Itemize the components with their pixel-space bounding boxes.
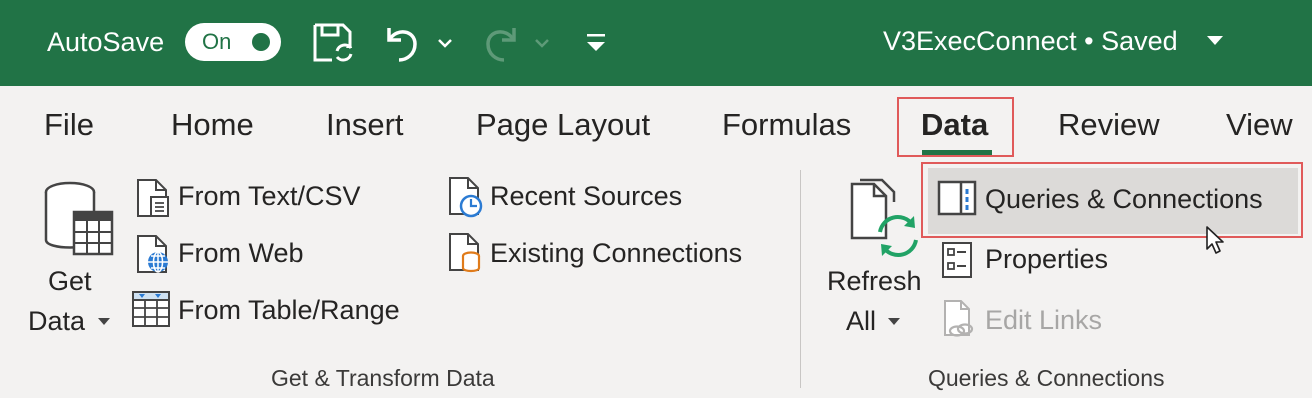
get-data-label-2[interactable]: Data <box>28 306 85 337</box>
tab-home[interactable]: Home <box>171 107 254 143</box>
title-dropdown-icon[interactable] <box>1207 36 1223 45</box>
properties-button[interactable]: Properties <box>985 244 1108 275</box>
recent-sources-button[interactable]: Recent Sources <box>490 181 682 212</box>
database-icon[interactable] <box>40 178 116 260</box>
highlight-box-queries-connections <box>921 162 1303 238</box>
edit-links-button: Edit Links <box>985 305 1103 335</box>
highlight-box-data-tab <box>897 97 1014 157</box>
refresh-all-label-2[interactable]: All <box>846 306 876 337</box>
from-text-csv-button[interactable]: From Text/CSV <box>178 181 361 212</box>
autosave-label: AutoSave <box>47 27 165 57</box>
autosave-state: On <box>202 29 232 54</box>
table-icon <box>132 291 170 327</box>
edit-links-icon <box>944 300 974 337</box>
refresh-all-label-1[interactable]: Refresh <box>827 266 922 297</box>
from-table-range-button[interactable]: From Table/Range <box>178 295 400 326</box>
customize-qat-icon[interactable] <box>584 32 608 54</box>
chevron-down-icon[interactable] <box>98 318 110 325</box>
clock-file-icon <box>449 177 483 218</box>
group-label-queries-connections: Queries & Connections <box>928 365 1165 391</box>
chevron-down-icon[interactable] <box>437 38 453 50</box>
from-web-button[interactable]: From Web <box>178 238 304 269</box>
properties-icon <box>942 242 972 278</box>
autosave-toggle[interactable]: On <box>185 23 281 61</box>
tab-file[interactable]: File <box>44 107 94 143</box>
title-bar: AutoSave On V3ExecConnect • Saved <box>0 0 1312 86</box>
tab-review[interactable]: Review <box>1058 107 1160 143</box>
text-file-icon <box>137 179 169 217</box>
undo-icon[interactable] <box>383 22 423 64</box>
chevron-down-icon[interactable] <box>888 318 900 325</box>
toggle-knob <box>252 33 270 51</box>
tab-formulas[interactable]: Formulas <box>722 107 851 143</box>
chevron-down-icon <box>535 39 549 48</box>
web-icon <box>137 235 168 273</box>
tab-page-layout[interactable]: Page Layout <box>476 107 650 143</box>
group-label-get-transform: Get & Transform Data <box>271 365 495 391</box>
connection-file-icon <box>449 233 481 273</box>
document-title[interactable]: V3ExecConnect • Saved <box>883 26 1178 57</box>
group-separator <box>800 170 801 388</box>
tab-insert[interactable]: Insert <box>326 107 404 143</box>
save-icon[interactable] <box>310 20 356 66</box>
get-data-label-1[interactable]: Get <box>48 266 92 297</box>
redo-icon <box>486 28 516 62</box>
tab-view[interactable]: View <box>1226 107 1293 143</box>
existing-connections-button[interactable]: Existing Connections <box>490 238 742 269</box>
mouse-cursor-icon <box>1206 226 1224 254</box>
refresh-icon[interactable] <box>844 178 924 262</box>
